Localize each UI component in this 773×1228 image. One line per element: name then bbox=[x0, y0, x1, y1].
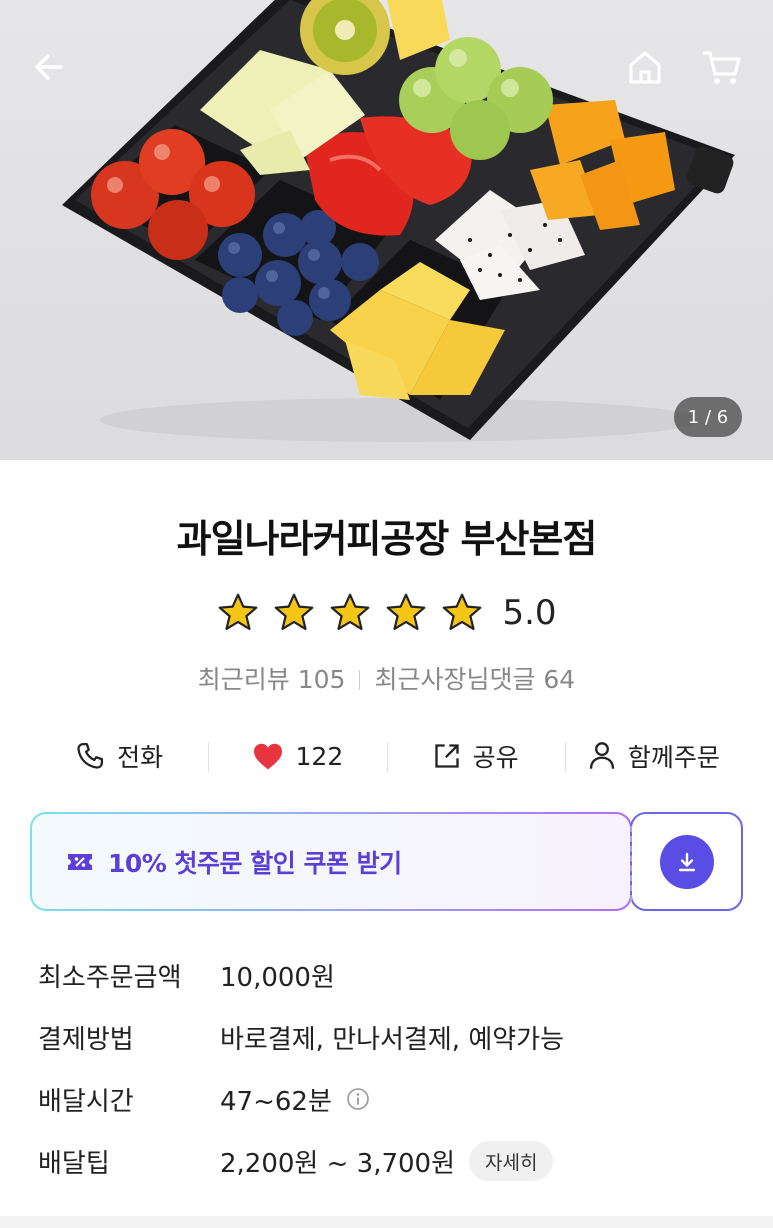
coupon-text: 10% 첫주문 할인 쿠폰 받기 bbox=[108, 848, 402, 878]
star-icon bbox=[275, 593, 314, 630]
delivery-time-value: 47~62분 bbox=[220, 1086, 332, 1117]
share-button[interactable]: 공유 bbox=[386, 728, 565, 784]
heart-icon bbox=[253, 743, 282, 770]
share-label: 공유 bbox=[472, 743, 519, 772]
delivery-tip-value: 2,200원 ~ 3,700원 bbox=[220, 1148, 456, 1179]
payment-row: 결제방법 바로결제, 만나서결제, 예약가능 bbox=[38, 1006, 738, 1068]
coupon-icon bbox=[68, 853, 92, 870]
call-label: 전화 bbox=[117, 743, 164, 772]
store-detail-page: 1 / 6 과일나라커피공장 부산본점 5.0 최근리뷰 105 최근사장님댓글 … bbox=[0, 0, 773, 1228]
star-icon bbox=[219, 593, 258, 630]
min-order-label: 최소주문금액 bbox=[38, 962, 182, 993]
payment-value: 바로결제, 만나서결제, 예약가능 bbox=[220, 1024, 565, 1055]
min-order-value: 10,000원 bbox=[220, 962, 335, 993]
store-name: 과일나라커피공장 부산본점 bbox=[176, 517, 598, 561]
download-icon bbox=[678, 852, 695, 871]
star-rating bbox=[216, 592, 484, 634]
group-order-label: 함께주문 bbox=[627, 743, 720, 772]
delivery-time-row: 배달시간 47~62분 bbox=[38, 1068, 738, 1130]
cart-button[interactable] bbox=[697, 42, 747, 92]
store-photo[interactable]: 1 / 6 bbox=[0, 0, 773, 460]
cart-icon bbox=[702, 51, 741, 84]
home-button[interactable] bbox=[620, 42, 670, 92]
section-divider bbox=[0, 1216, 773, 1228]
rating-row: 5.0 bbox=[0, 588, 773, 638]
payment-label: 결제방법 bbox=[38, 1024, 134, 1055]
info-icon[interactable] bbox=[346, 1087, 370, 1111]
download-circle bbox=[659, 834, 714, 889]
arrow-left-icon bbox=[35, 54, 63, 80]
divider bbox=[359, 670, 361, 690]
star-icon bbox=[443, 593, 482, 630]
min-order-row: 최소주문금액 10,000원 bbox=[38, 944, 738, 1006]
like-count: 122 bbox=[295, 741, 344, 771]
delivery-time-group: 47~62분 bbox=[220, 1081, 370, 1118]
call-button[interactable]: 전화 bbox=[30, 728, 208, 784]
star-icon bbox=[331, 593, 370, 630]
delivery-time-label: 배달시간 bbox=[38, 1086, 134, 1117]
owner-replies-link[interactable]: 최근사장님댓글 64 bbox=[374, 665, 575, 694]
delivery-tip-row: 배달팁 2,200원 ~ 3,700원 자세히 bbox=[38, 1130, 738, 1192]
coupon-banner[interactable]: 10% 첫주문 할인 쿠폰 받기 bbox=[30, 812, 632, 911]
home-icon bbox=[629, 51, 661, 84]
coupon-download-button[interactable] bbox=[630, 812, 743, 911]
recent-reviews-link[interactable]: 최근리뷰 105 bbox=[198, 665, 346, 694]
star-icon bbox=[387, 593, 426, 630]
rating-value: 5.0 bbox=[502, 593, 557, 633]
delivery-tip-group: 2,200원 ~ 3,700원 자세히 bbox=[220, 1141, 554, 1181]
group-order-button[interactable]: 함께주문 bbox=[564, 728, 743, 784]
delivery-tip-label: 배달팁 bbox=[38, 1148, 110, 1179]
phone-icon bbox=[77, 743, 104, 769]
delivery-tip-detail-button[interactable]: 자세히 bbox=[469, 1141, 554, 1181]
person-icon bbox=[589, 742, 614, 769]
review-summary: 최근리뷰 105 최근사장님댓글 64 bbox=[0, 660, 773, 696]
back-button[interactable] bbox=[24, 42, 74, 92]
share-icon bbox=[434, 744, 459, 768]
image-counter: 1 / 6 bbox=[674, 397, 742, 437]
store-info: 최소주문금액 10,000원 결제방법 바로결제, 만나서결제, 예약가능 배달… bbox=[38, 944, 738, 1192]
action-bar: 전화 122 공유 함께주문 bbox=[30, 728, 743, 784]
like-button[interactable]: 122 bbox=[208, 728, 386, 784]
